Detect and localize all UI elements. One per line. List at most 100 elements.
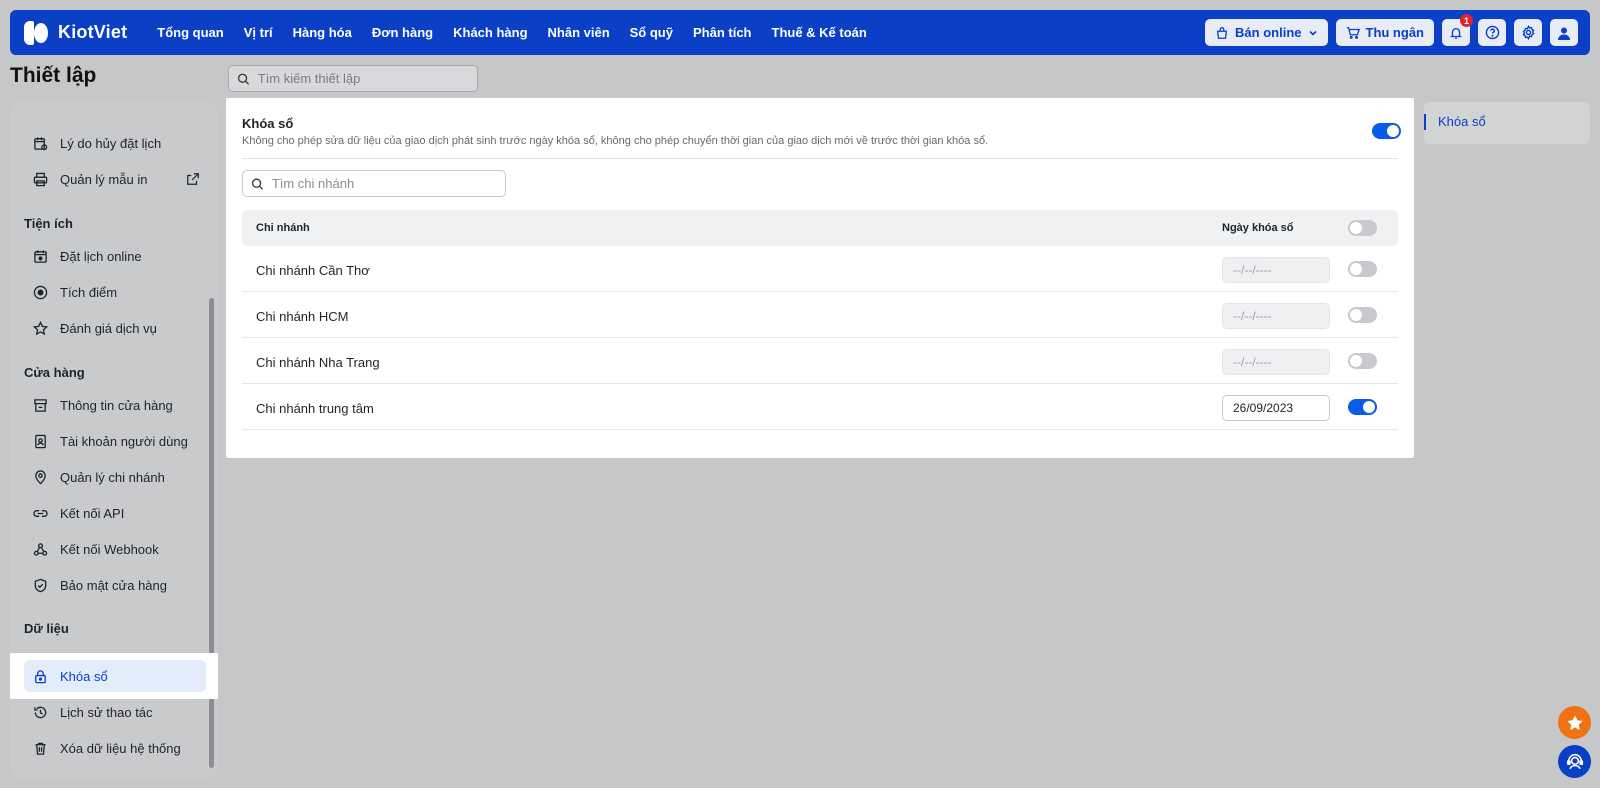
sidebar-item-webhook-connection[interactable]: Kết nối Webhook <box>24 533 204 565</box>
column-header-lock-date: Ngày khóa sổ <box>1222 222 1294 234</box>
sell-online-button[interactable]: Bán online <box>1205 19 1328 46</box>
sidebar-item-label: Quản lý mẫu in <box>60 171 148 187</box>
sidebar-item-label: Xóa dữ liệu hệ thống <box>60 740 181 756</box>
sidebar-item-loyalty-points[interactable]: Tích điểm <box>24 276 204 308</box>
sidebar-item-lock-books[interactable]: Khóa sổ <box>24 660 206 692</box>
sidebar-item-online-booking[interactable]: Đặt lịch online <box>24 240 204 272</box>
sidebar-item-api-connection[interactable]: Kết nối API <box>24 497 204 529</box>
notification-badge: 1 <box>1460 14 1473 27</box>
branch-lock-toggle[interactable] <box>1348 261 1377 277</box>
cashier-button[interactable]: Thu ngân <box>1335 19 1434 46</box>
sidebar-item-label: Đánh giá dịch vụ <box>60 320 157 336</box>
account-button[interactable] <box>1550 19 1578 46</box>
settings-button[interactable] <box>1514 19 1542 46</box>
branch-lock-toggle[interactable] <box>1348 353 1377 369</box>
branch-table-header: Chi nhánh Ngày khóa sổ <box>242 210 1398 246</box>
shield-check-icon <box>34 578 47 592</box>
sidebar-item-label: Tài khoản người dùng <box>60 433 188 449</box>
sidebar-item-service-rating[interactable]: Đánh giá dịch vụ <box>24 312 204 344</box>
sidebar-item-user-accounts[interactable]: Tài khoản người dùng <box>24 425 204 457</box>
logo[interactable]: KiotViet <box>22 19 127 47</box>
sidebar-item-delete-system-data[interactable]: Xóa dữ liệu hệ thống <box>24 732 204 764</box>
location-pin-icon <box>35 469 46 484</box>
cart-icon <box>1346 26 1360 39</box>
bell-icon <box>1450 27 1462 39</box>
branch-search-input[interactable] <box>271 176 497 191</box>
help-button[interactable] <box>1478 19 1506 46</box>
sidebar-section-data: Dữ liệu <box>24 621 69 636</box>
branch-search[interactable] <box>242 170 506 197</box>
branch-lock-toggle[interactable] <box>1348 307 1377 323</box>
section-link-lock-books[interactable]: Khóa sổ <box>1424 114 1486 130</box>
calendar-star-icon <box>34 249 47 263</box>
sell-online-label: Bán online <box>1235 25 1302 40</box>
sidebar-section-store: Cửa hàng <box>24 365 85 380</box>
lock-icon <box>35 669 46 683</box>
nav-overview[interactable]: Tổng quan <box>157 25 223 40</box>
sidebar-item-label: Lý do hủy đặt lịch <box>60 135 162 151</box>
nav-tax-accounting[interactable]: Thuế & Kế toán <box>772 25 867 40</box>
favorite-fab-button[interactable] <box>1558 706 1591 739</box>
search-icon <box>251 178 264 190</box>
sidebar-section-utilities: Tiện ích <box>24 216 73 231</box>
branch-lock-toggle[interactable] <box>1348 399 1377 415</box>
cashier-label: Thu ngân <box>1365 25 1425 40</box>
store-icon <box>34 398 47 412</box>
lock-books-toggle[interactable] <box>1372 123 1401 139</box>
help-icon <box>1485 25 1499 40</box>
star-icon <box>1566 714 1583 730</box>
branch-name: Chi nhánh Cần Thơ <box>256 263 370 278</box>
lock-date-field[interactable]: --/--/---- <box>1222 349 1330 375</box>
branch-name: Chi nhánh HCM <box>256 309 349 324</box>
history-icon <box>34 706 47 718</box>
sidebar-item-label: Quản lý chi nhánh <box>60 469 165 485</box>
sidebar-item-store-security[interactable]: Bảo mật cửa hàng <box>24 569 204 601</box>
nav-cashbook[interactable]: Sổ quỹ <box>630 25 673 40</box>
table-row: Chi nhánh Cần Thơ --/--/---- <box>242 246 1398 292</box>
settings-search[interactable] <box>228 65 478 92</box>
lock-books-card: Khóa sổ Không cho phép sửa dữ liệu của g… <box>226 98 1414 458</box>
support-fab-button[interactable] <box>1558 745 1591 778</box>
sidebar-item-activity-history[interactable]: Lịch sử thao tác <box>24 696 204 728</box>
nav-customers[interactable]: Khách hàng <box>453 25 527 40</box>
lock-date-field[interactable]: --/--/---- <box>1222 257 1330 283</box>
settings-search-input[interactable] <box>257 71 469 86</box>
user-avatar-icon <box>1558 27 1570 40</box>
main-nav: Tổng quan Vị trí Hàng hóa Đơn hàng Khách… <box>157 25 867 40</box>
link-icon <box>33 509 48 517</box>
table-row: Chi nhánh HCM --/--/---- <box>242 292 1398 338</box>
webhook-icon <box>33 542 48 556</box>
lock-books-title: Khóa sổ <box>242 116 294 131</box>
sidebar-item-label: Kết nối Webhook <box>60 541 159 557</box>
branch-name: Chi nhánh Nha Trang <box>256 355 380 370</box>
nav-orders[interactable]: Đơn hàng <box>372 25 433 40</box>
sidebar-item-cancel-reason[interactable]: Lý do hủy đặt lịch <box>24 127 204 159</box>
sidebar-item-label: Bảo mật cửa hàng <box>60 577 167 593</box>
sidebar-item-label: Kết nối API <box>60 505 125 521</box>
sidebar-item-label: Tích điểm <box>60 284 118 300</box>
settings-sidebar: Lý do hủy đặt lịch Quản lý mẫu in Tiện í… <box>10 102 218 778</box>
sidebar-item-label: Đặt lịch online <box>60 248 142 264</box>
nav-location[interactable]: Vị trí <box>244 25 273 40</box>
toggle-all-branches[interactable] <box>1348 220 1377 236</box>
support-agent-icon <box>1566 753 1583 769</box>
branch-name: Chi nhánh trung tâm <box>256 401 374 416</box>
online-shop-icon <box>1216 26 1228 39</box>
sidebar-item-store-info[interactable]: Thông tin cửa hàng <box>24 389 204 421</box>
sidebar-item-branch-management[interactable]: Quản lý chi nhánh <box>24 461 204 493</box>
sidebar-item-print-templates[interactable]: Quản lý mẫu in <box>24 163 204 195</box>
lock-date-field[interactable]: 26/09/2023 <box>1222 395 1330 421</box>
nav-staff[interactable]: Nhân viên <box>548 25 610 40</box>
brand-name: KiotViet <box>58 22 128 42</box>
notification-button[interactable]: 1 <box>1442 14 1473 46</box>
calendar-cancel-icon <box>34 136 48 150</box>
nav-goods[interactable]: Hàng hóa <box>293 25 352 40</box>
chevron-down-icon <box>1308 30 1317 36</box>
nav-analytics[interactable]: Phân tích <box>693 25 752 40</box>
printer-icon <box>33 172 48 186</box>
points-icon <box>33 285 48 299</box>
sidebar-item-label: Khóa sổ <box>60 668 108 684</box>
kiotviet-logo-icon <box>22 19 50 47</box>
column-header-branch: Chi nhánh <box>256 222 310 234</box>
lock-date-field[interactable]: --/--/---- <box>1222 303 1330 329</box>
